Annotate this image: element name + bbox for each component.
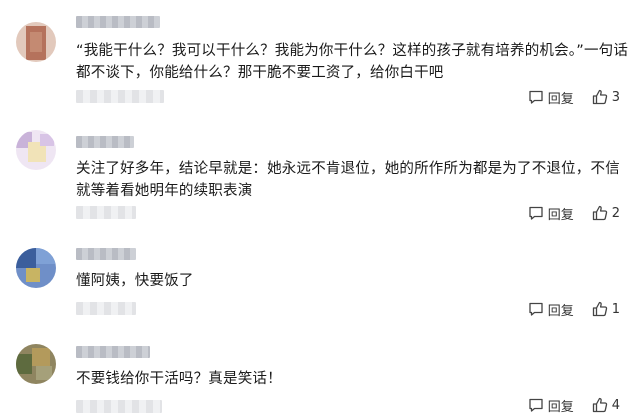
avatar[interactable] [16, 130, 56, 170]
reply-label: 回复 [547, 91, 574, 107]
avatar-pixel [40, 134, 54, 146]
comment-item: 懂阿姨，快要饭了 回复 1 [0, 230, 640, 324]
thumbs-up-icon [592, 205, 608, 221]
avatar[interactable] [16, 22, 56, 62]
comment-meta-blurred [76, 302, 136, 315]
avatar-pixel [30, 32, 42, 52]
reply-button[interactable]: 回复 [528, 300, 574, 319]
comment-actions: 回复 1 [528, 300, 620, 319]
avatar-pixel [16, 248, 36, 268]
avatar-pixel [36, 366, 52, 380]
like-button[interactable]: 2 [592, 205, 620, 221]
username-blurred[interactable] [76, 16, 160, 28]
comment-bubble-icon [528, 397, 544, 413]
reply-label: 回复 [547, 303, 574, 319]
comment-actions: 回复 2 [528, 204, 620, 223]
comment-item: “我能干什么？我可以干什么？我能为你干什么？这样的孩子就有培养的机会。”一句话都… [0, 0, 640, 118]
comment-feed: “我能干什么？我可以干什么？我能为你干什么？这样的孩子就有培养的机会。”一句话都… [0, 0, 640, 418]
avatar-pixel [16, 354, 32, 374]
avatar[interactable] [16, 248, 56, 288]
avatar-pixel [32, 348, 50, 366]
like-button[interactable]: 1 [592, 301, 620, 317]
comment-meta-blurred [76, 90, 164, 103]
comment-text: 关注了好多年，结论早就是：她永远不肯退位，她的所作所为都是为了不退位，不信就等着… [76, 161, 620, 199]
comment-actions: 回复 3 [528, 88, 620, 107]
comment-item: 关注了好多年，结论早就是：她永远不肯退位，她的所作所为都是为了不退位，不信就等着… [0, 118, 640, 230]
comment-bubble-icon [528, 301, 544, 317]
thumbs-up-icon [592, 397, 608, 413]
comment-meta-blurred [76, 206, 136, 219]
reply-label: 回复 [547, 399, 574, 415]
avatar[interactable] [16, 344, 56, 384]
avatar-pixel [26, 268, 40, 282]
like-count: 1 [611, 301, 620, 317]
thumbs-up-icon [592, 89, 608, 105]
like-count: 4 [611, 397, 620, 413]
comment-item: 不要钱给你干活吗？真是笑话！ 回复 4 [0, 324, 640, 418]
reply-label: 回复 [547, 207, 574, 223]
like-count: 2 [611, 205, 620, 221]
comment-text: “我能干什么？我可以干什么？我能为你干什么？这样的孩子就有培养的机会。”一句话都… [76, 43, 629, 81]
comment-text: 不要钱给你干活吗？真是笑话！ [76, 371, 282, 387]
thumbs-up-icon [592, 301, 608, 317]
like-button[interactable]: 4 [592, 397, 620, 413]
username-blurred[interactable] [76, 136, 134, 148]
reply-button[interactable]: 回复 [528, 88, 574, 107]
reply-button[interactable]: 回复 [528, 396, 574, 415]
username-blurred[interactable] [76, 248, 136, 260]
like-button[interactable]: 3 [592, 89, 620, 105]
comment-actions: 回复 4 [528, 396, 620, 415]
username-blurred[interactable] [76, 346, 150, 358]
comment-bubble-icon [528, 89, 544, 105]
comment-text: 懂阿姨，快要饭了 [76, 273, 194, 289]
comment-bubble-icon [528, 205, 544, 221]
comment-meta-blurred [76, 400, 162, 413]
reply-button[interactable]: 回复 [528, 204, 574, 223]
like-count: 3 [611, 89, 620, 105]
avatar-pixel [36, 248, 56, 264]
